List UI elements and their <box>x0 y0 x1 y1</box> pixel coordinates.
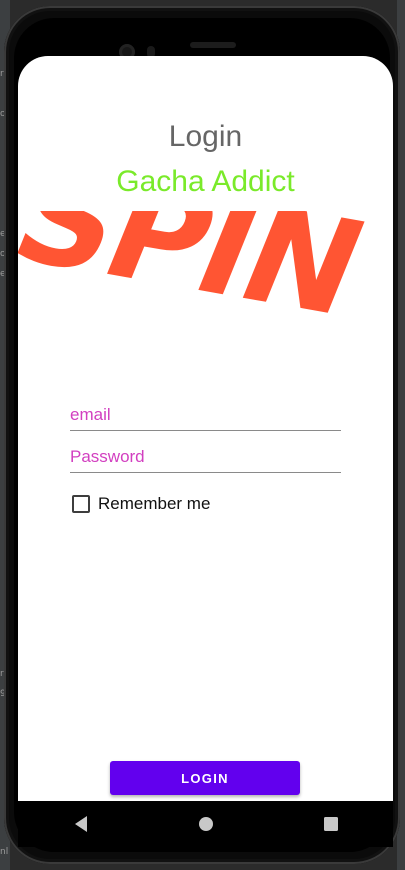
spin-logo: SPIN <box>18 211 382 341</box>
page-title: Login <box>168 120 243 153</box>
email-input[interactable] <box>70 400 341 430</box>
back-button[interactable] <box>61 804 101 844</box>
app-screen: Login Gacha Addict SPIN Remember me LOGI… <box>18 56 393 801</box>
home-icon <box>198 817 213 831</box>
login-button[interactable]: LOGIN <box>110 761 300 795</box>
email-field[interactable] <box>70 400 341 431</box>
remember-me-checkbox[interactable] <box>72 495 90 513</box>
ide-glyph: nl <box>0 847 9 857</box>
home-button[interactable] <box>186 804 226 844</box>
recents-icon <box>323 817 338 831</box>
password-input[interactable] <box>70 442 341 472</box>
password-field[interactable] <box>70 442 341 473</box>
spin-logo-text: SPIN <box>18 211 382 341</box>
app-subtitle: Gacha Addict <box>116 165 295 198</box>
android-nav-bar <box>18 801 393 847</box>
remember-me-row[interactable]: Remember me <box>72 494 210 514</box>
earpiece-speaker <box>190 42 236 48</box>
back-icon <box>74 816 87 832</box>
recents-button[interactable] <box>311 804 351 844</box>
remember-me-label: Remember me <box>98 494 211 513</box>
